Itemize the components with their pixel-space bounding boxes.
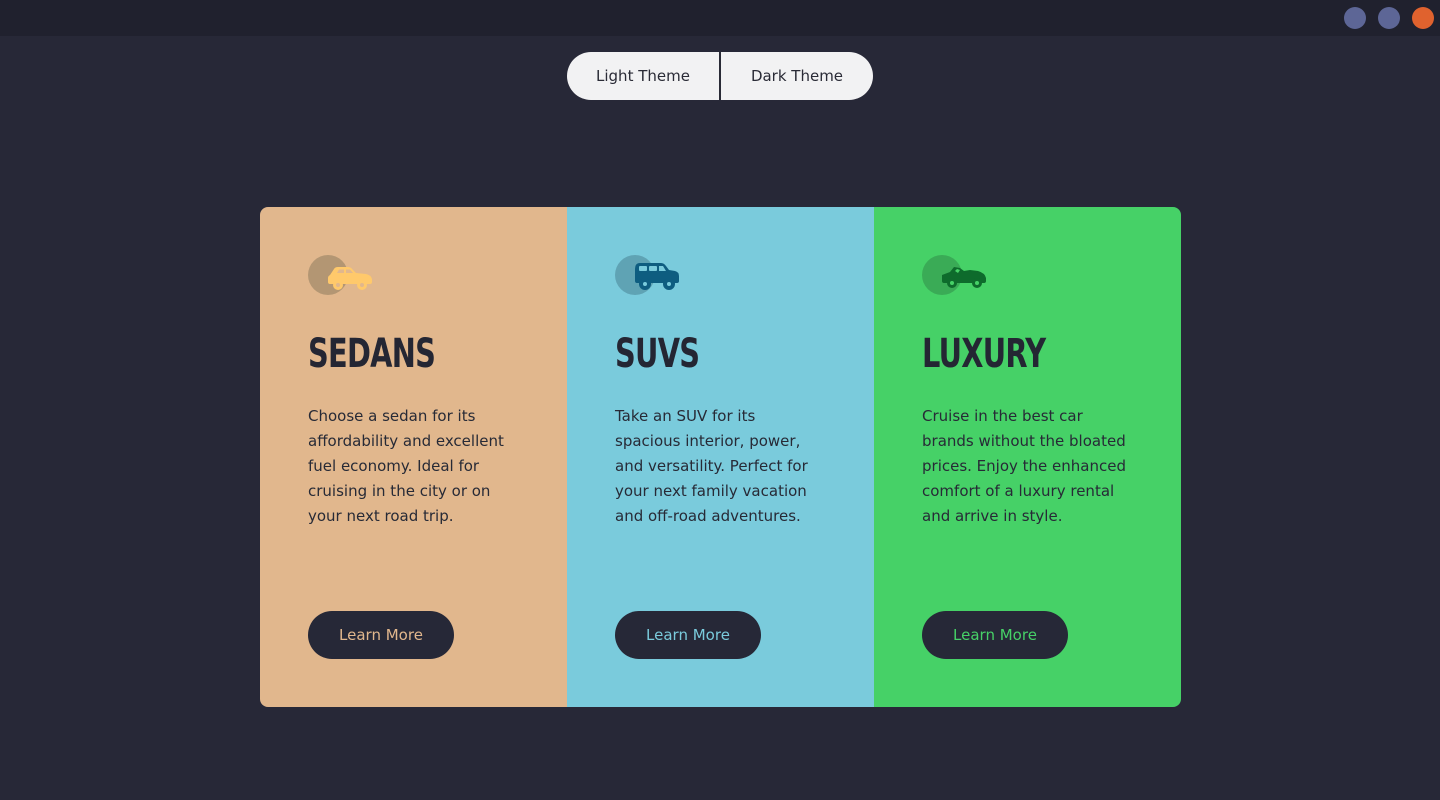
learn-more-button[interactable]: Learn More xyxy=(922,611,1068,659)
card-title: SUVS xyxy=(615,331,700,377)
sedan-car-icon xyxy=(308,255,378,295)
card-suvs: SUVS Take an SUV for its spacious interi… xyxy=(567,207,874,707)
luxury-car-icon xyxy=(922,255,992,295)
learn-more-button[interactable]: Learn More xyxy=(615,611,761,659)
light-theme-button[interactable]: Light Theme xyxy=(567,52,719,100)
theme-toggle: Light Theme Dark Theme xyxy=(567,52,873,100)
card-title: LUXURY xyxy=(922,331,1046,377)
window-control-icon[interactable] xyxy=(1344,7,1366,29)
window-close-icon[interactable] xyxy=(1412,7,1434,29)
card-description: Choose a sedan for its affordability and… xyxy=(308,407,504,525)
suv-car-icon-glyph xyxy=(635,263,679,290)
sedan-car-icon-glyph xyxy=(328,267,372,290)
car-category-cards: SEDANS Choose a sedan for its affordabil… xyxy=(260,207,1181,707)
card-title: SEDANS xyxy=(308,331,436,377)
window-top-bar xyxy=(0,0,1440,36)
card-description: Cruise in the best car brands without th… xyxy=(922,407,1126,525)
card-luxury: LUXURY Cruise in the best car brands wit… xyxy=(874,207,1181,707)
learn-more-button[interactable]: Learn More xyxy=(308,611,454,659)
luxury-car-icon-glyph xyxy=(942,267,986,288)
window-control-icon[interactable] xyxy=(1378,7,1400,29)
dark-theme-button[interactable]: Dark Theme xyxy=(721,52,873,100)
card-description: Take an SUV for its spacious interior, p… xyxy=(615,407,808,525)
card-sedans: SEDANS Choose a sedan for its affordabil… xyxy=(260,207,567,707)
suv-car-icon xyxy=(615,255,685,295)
